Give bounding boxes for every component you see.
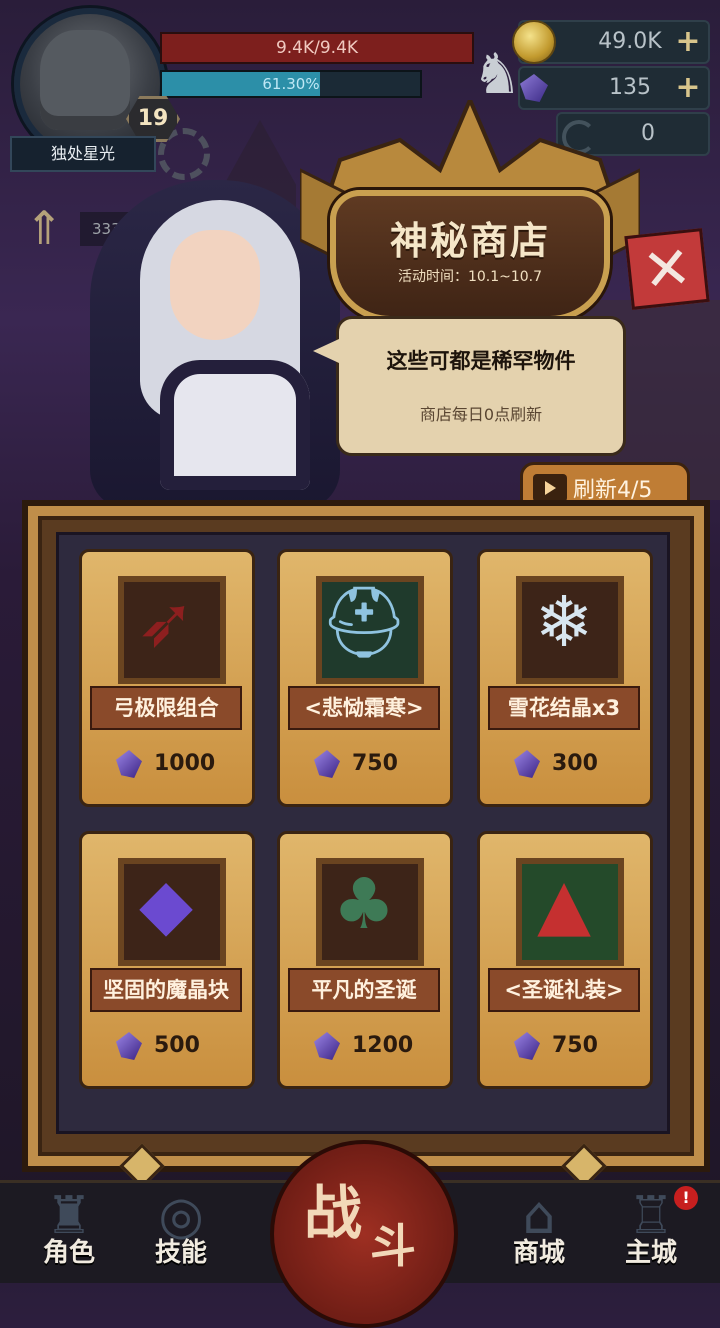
close-icon: ✕ — [639, 232, 695, 306]
hp-bar: 9.4K/9.4K — [160, 32, 474, 64]
speech-line-1: 这些可都是稀罕物件 — [386, 349, 576, 373]
player-name: 独处星光 — [10, 136, 156, 172]
nav-mall[interactable]: ⌂ 商城 — [484, 1188, 594, 1276]
battle-label-2: 斗 — [370, 1219, 416, 1273]
gem-icon — [514, 750, 540, 778]
add-gems-button[interactable]: + — [672, 68, 704, 108]
snowflake-icon: ❄ — [534, 581, 594, 663]
gem-icon — [116, 750, 142, 778]
gem-icon — [116, 1032, 142, 1060]
nav-mall-label: 商城 — [512, 1238, 565, 1268]
event-time: 活动时间：10.1~10.7 — [397, 269, 543, 285]
bow-icon: ➶ — [136, 581, 196, 663]
item-name: 雪花结晶x3 — [488, 686, 640, 730]
christmas-tree-icon: ♣ — [332, 863, 396, 945]
gem-icon — [520, 74, 548, 102]
nav-character[interactable]: ♜ 角色 — [14, 1188, 124, 1276]
shop-item-1[interactable]: ➶ 弓极限组合 1000 — [79, 549, 255, 807]
merchant-face — [170, 230, 260, 340]
item-name: <圣诞礼装> — [488, 968, 640, 1012]
gem-icon — [314, 750, 340, 778]
shop-grid: ➶ 弓极限组合 1000 ⛑ <悲恸霜寒> 750 ❄ 雪花结晶x3 300 ◆… — [56, 532, 670, 1134]
item-price: 750 — [480, 1028, 650, 1064]
shop-item-2[interactable]: ⛑ <悲恸霜寒> 750 — [277, 549, 453, 807]
frost-helmet-icon: ⛑ — [319, 580, 409, 663]
shop-item-4[interactable]: ◆ 坚固的魔晶块 500 — [79, 831, 255, 1089]
nav-main-city-label: 主城 — [624, 1238, 677, 1268]
item-price: 750 — [280, 746, 450, 782]
price-value: 500 — [154, 1033, 200, 1058]
price-value: 1200 — [352, 1033, 414, 1058]
add-gold-button[interactable]: + — [672, 22, 704, 62]
video-icon — [533, 474, 567, 502]
close-button[interactable]: ✕ — [624, 228, 710, 310]
shop-item-5[interactable]: ♣ 平凡的圣诞 1200 — [277, 831, 453, 1089]
shop-title: 神秘商店 — [389, 219, 550, 263]
hp-text: 9.4K/9.4K — [275, 38, 359, 58]
nav-character-label: 角色 — [42, 1238, 95, 1268]
speech-line-2: 商店每日0点刷新 — [419, 405, 543, 424]
battle-label-1: 战 — [304, 1179, 363, 1247]
gem-icon — [314, 1032, 340, 1060]
item-price: 1200 — [280, 1028, 450, 1064]
merchant-body — [160, 360, 310, 490]
item-price: 1000 — [82, 746, 252, 782]
shop-item-3[interactable]: ❄ 雪花结晶x3 300 — [477, 549, 653, 807]
item-name: 弓极限组合 — [90, 686, 242, 730]
gold-counter: 49.0K + — [512, 20, 710, 64]
battle-button[interactable]: 战 斗 — [270, 1140, 458, 1328]
price-value: 300 — [552, 751, 598, 776]
notification-badge: ! — [674, 1186, 698, 1210]
santa-hat-icon: ▲ — [537, 863, 591, 945]
item-name: 坚固的魔晶块 — [90, 968, 242, 1012]
price-value: 1000 — [154, 751, 216, 776]
crystal-icon: ◆ — [139, 863, 193, 945]
helmet-icon — [40, 30, 130, 130]
shop-item-6[interactable]: ▲ <圣诞礼装> 750 — [477, 831, 653, 1089]
speech-bubble: 这些可都是稀罕物件 商店每日0点刷新 — [313, 316, 626, 456]
nav-skills[interactable]: ◎ 技能 — [126, 1188, 236, 1276]
shop-title-banner: 神秘商店 活动时间：10.1~10.7 — [330, 190, 610, 322]
xp-text: 61.30% — [262, 75, 320, 93]
price-value: 750 — [352, 751, 398, 776]
item-name: 平凡的圣诞 — [288, 968, 440, 1012]
nav-skills-label: 技能 — [154, 1238, 207, 1268]
power-up-icon[interactable]: ⇑ — [12, 196, 76, 260]
gem-icon — [514, 1032, 540, 1060]
item-price: 300 — [480, 746, 650, 782]
price-value: 750 — [552, 1033, 598, 1058]
xp-bar: 61.30% — [160, 70, 422, 98]
item-name: <悲恸霜寒> — [288, 686, 440, 730]
item-price: 500 — [82, 1028, 252, 1064]
